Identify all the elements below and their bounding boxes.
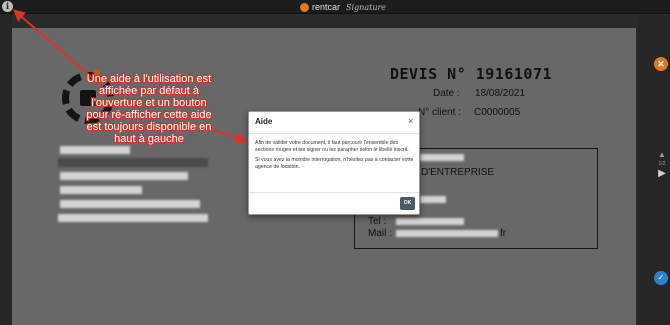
redacted-text <box>60 200 200 208</box>
brand-logo <box>300 2 309 12</box>
page-navigation: ▲ 1/2 ▶ <box>655 150 669 190</box>
top-bar: i rentcar Signature <box>0 0 670 14</box>
chevron-right-icon[interactable]: ▶ <box>655 168 669 180</box>
brand: rentcar Signature <box>300 1 386 13</box>
left-gutter <box>0 15 12 325</box>
redacted-text <box>58 214 208 222</box>
help-dialog: Aide × Afin de valider votre document, i… <box>248 111 420 215</box>
redacted-text <box>58 158 208 167</box>
info-icon[interactable]: i <box>2 1 13 12</box>
quote-title: DEVIS N° 19161071 <box>390 65 553 83</box>
page-indicator: 1/2 <box>658 161 666 167</box>
check-icon[interactable]: ✓ <box>654 271 668 285</box>
redacted-text <box>60 146 130 154</box>
ok-button[interactable]: OK <box>400 197 415 210</box>
client-label: N° client : <box>418 107 461 118</box>
help-dialog-header: Aide × <box>249 112 419 134</box>
close-icon[interactable]: × <box>408 116 413 126</box>
help-dialog-paragraph: Si vous avez la moindre interrogation, n… <box>255 156 414 171</box>
date-value: 18/08/2021 <box>475 88 526 99</box>
help-annotation: Une aide à l'utilisation est affichée pa… <box>86 73 212 145</box>
date-label: Date : <box>433 88 460 99</box>
redacted-text <box>60 186 142 194</box>
tel-label: Tel : <box>368 216 387 227</box>
mail-label: Mail : <box>368 228 392 239</box>
client-value: C0000005 <box>474 107 521 118</box>
brand-name: rentcar <box>312 2 341 12</box>
help-dialog-title: Aide <box>255 117 273 126</box>
help-dialog-paragraph: Afin de valider votre document, il faut … <box>255 140 409 154</box>
address-company-line: D'ENTREPRISE <box>421 167 495 178</box>
mail-suffix: fr <box>500 228 507 239</box>
chevron-up-icon[interactable]: ▲ <box>655 150 669 160</box>
help-dialog-footer: OK <box>249 192 419 215</box>
close-document-icon[interactable]: ✕ <box>654 57 668 71</box>
brand-subtitle: Signature <box>346 2 387 12</box>
redacted-text <box>60 172 188 180</box>
help-dialog-body: Afin de valider votre document, il faut … <box>255 140 415 174</box>
